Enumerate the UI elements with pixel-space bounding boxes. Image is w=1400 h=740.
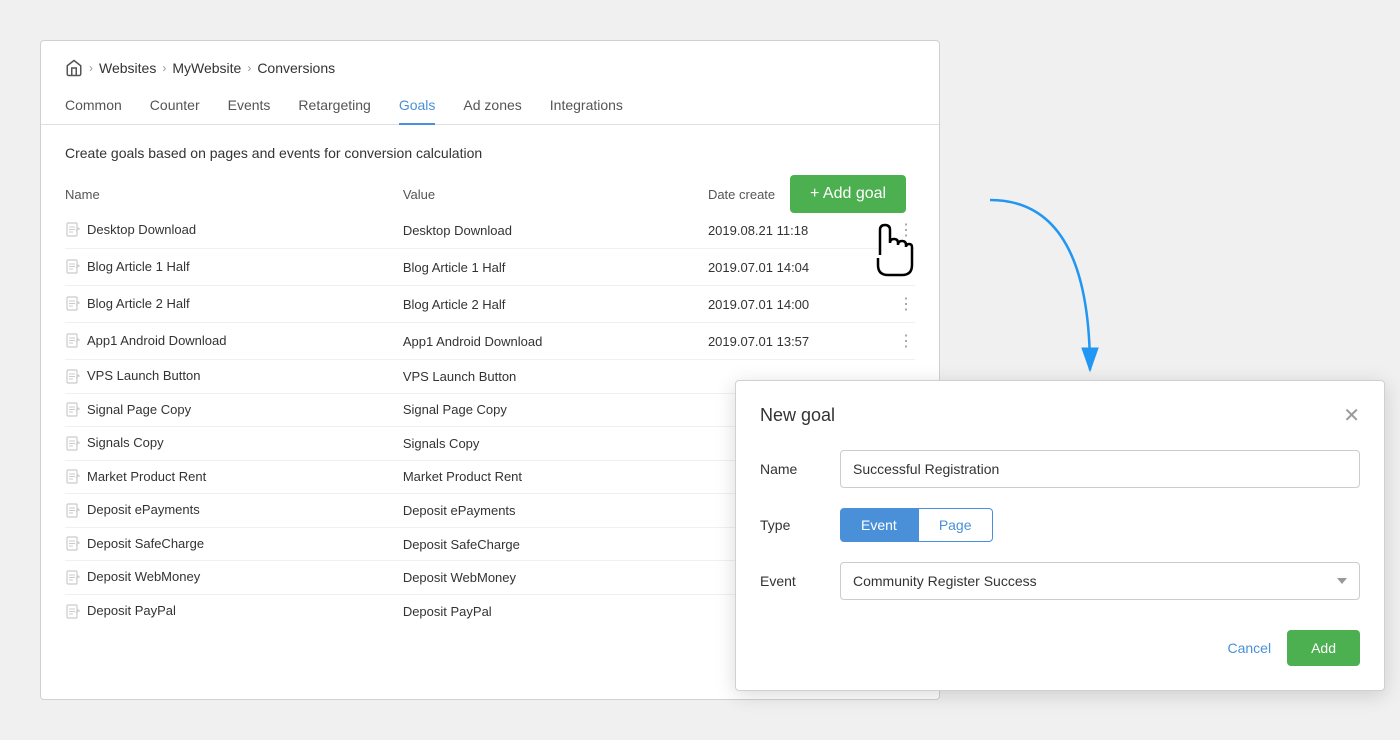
breadcrumb-mywebsite[interactable]: MyWebsite xyxy=(172,60,241,76)
goal-row-icon xyxy=(65,369,81,385)
tab-integrations[interactable]: Integrations xyxy=(550,87,623,125)
goal-row-icon xyxy=(65,436,81,452)
home-icon[interactable] xyxy=(65,59,83,77)
tab-common[interactable]: Common xyxy=(65,87,122,125)
goal-value: App1 Android Download xyxy=(403,323,708,360)
modal-close-button[interactable]: ✕ xyxy=(1343,406,1360,426)
type-label: Type xyxy=(760,517,840,533)
goal-name: Deposit ePayments xyxy=(87,502,200,517)
goal-value: Deposit SafeCharge xyxy=(403,527,708,561)
col-header-name: Name xyxy=(65,181,403,212)
goal-row-icon xyxy=(65,333,81,349)
row-actions-button[interactable]: ⋮ xyxy=(898,259,915,276)
name-label: Name xyxy=(760,461,840,477)
breadcrumb-websites[interactable]: Websites xyxy=(99,60,156,76)
goal-value: Signals Copy xyxy=(403,427,708,461)
goal-name: Blog Article 1 Half xyxy=(87,259,190,274)
goal-row-icon xyxy=(65,402,81,418)
table-row: Blog Article 1 HalfBlog Article 1 Half20… xyxy=(65,249,915,286)
goal-name: Deposit WebMoney xyxy=(87,569,200,584)
tab-retargeting[interactable]: Retargeting xyxy=(298,87,370,125)
table-row: App1 Android Download App1 Android Downlo… xyxy=(65,323,915,360)
event-select[interactable]: Community Register Success xyxy=(840,562,1360,600)
cancel-button[interactable]: Cancel xyxy=(1227,640,1271,656)
page-description: Create goals based on pages and events f… xyxy=(65,145,915,161)
goal-row-icon xyxy=(65,469,81,485)
form-row-name: Name xyxy=(760,450,1360,488)
add-goal-button[interactable]: + Add goal xyxy=(790,175,906,213)
goal-row-icon xyxy=(65,503,81,519)
goal-row-icon xyxy=(65,296,81,312)
goal-value: Deposit ePayments xyxy=(403,494,708,528)
goal-name: Market Product Rent xyxy=(87,469,206,484)
row-actions-button[interactable]: ⋮ xyxy=(898,296,915,313)
tab-goals[interactable]: Goals xyxy=(399,87,436,125)
event-label: Event xyxy=(760,573,840,589)
name-input[interactable] xyxy=(840,450,1360,488)
type-buttons: Event Page xyxy=(840,508,993,542)
type-page-button[interactable]: Page xyxy=(918,508,993,542)
tab-counter[interactable]: Counter xyxy=(150,87,200,125)
tab-ad-zones[interactable]: Ad zones xyxy=(463,87,521,125)
table-row: Desktop DownloadDesktop Download2019.08.… xyxy=(65,212,915,249)
modal-header: New goal ✕ xyxy=(760,405,1360,426)
goal-row-icon xyxy=(65,536,81,552)
new-goal-modal: New goal ✕ Name Type Event Page Event Co… xyxy=(735,380,1385,691)
goal-value: Deposit WebMoney xyxy=(403,561,708,595)
goal-name: Desktop Download xyxy=(87,222,196,237)
col-header-value: Value xyxy=(403,181,708,212)
table-row: Blog Article 2 HalfBlog Article 2 Half20… xyxy=(65,286,915,323)
goal-name: Deposit SafeCharge xyxy=(87,536,204,551)
goal-name: Blog Article 2 Half xyxy=(87,296,190,311)
modal-footer: Cancel Add xyxy=(760,630,1360,666)
goal-value: Deposit PayPal xyxy=(403,594,708,627)
goal-row-icon xyxy=(65,570,81,586)
goal-value: VPS Launch Button xyxy=(403,360,708,394)
goal-name: Signals Copy xyxy=(87,435,164,450)
goal-date: 2019.08.21 11:18 xyxy=(708,212,882,249)
goal-date: 2019.07.01 14:04 xyxy=(708,249,882,286)
goal-value: Blog Article 1 Half xyxy=(403,249,708,286)
goal-name: Signal Page Copy xyxy=(87,402,191,417)
goal-value: Signal Page Copy xyxy=(403,393,708,427)
tab-events[interactable]: Events xyxy=(228,87,271,125)
form-row-event: Event Community Register Success xyxy=(760,562,1360,600)
goal-value: Desktop Download xyxy=(403,212,708,249)
goal-name: App1 Android Download xyxy=(87,333,227,348)
type-event-button[interactable]: Event xyxy=(840,508,918,542)
breadcrumb: › Websites › MyWebsite › Conversions xyxy=(41,41,939,87)
goal-name: Deposit PayPal xyxy=(87,603,176,618)
goal-row-icon xyxy=(65,604,81,620)
goal-row-icon xyxy=(65,259,81,275)
goal-value: Market Product Rent xyxy=(403,460,708,494)
goal-date: 2019.07.01 14:00 xyxy=(708,286,882,323)
goal-value: Blog Article 2 Half xyxy=(403,286,708,323)
goal-row-icon xyxy=(65,222,81,238)
row-actions-button[interactable]: ⋮ xyxy=(898,333,915,350)
goal-date: 2019.07.01 13:57 xyxy=(708,323,882,360)
add-button[interactable]: Add xyxy=(1287,630,1360,666)
form-row-type: Type Event Page xyxy=(760,508,1360,542)
goal-name: VPS Launch Button xyxy=(87,368,200,383)
row-actions-button[interactable]: ⋮ xyxy=(898,222,915,239)
modal-title: New goal xyxy=(760,405,835,426)
tabs-bar: Common Counter Events Retargeting Goals … xyxy=(41,87,939,125)
breadcrumb-conversions: Conversions xyxy=(257,60,335,76)
